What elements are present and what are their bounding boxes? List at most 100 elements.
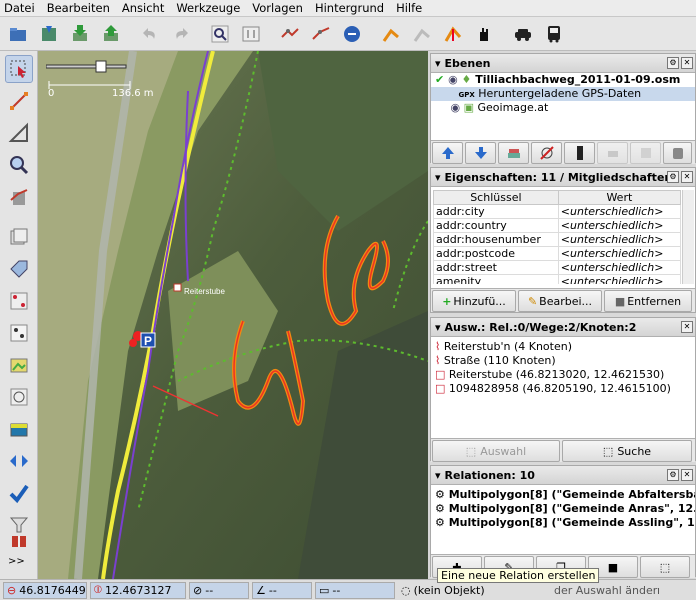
activate-icon[interactable] <box>597 142 628 164</box>
list-item[interactable]: □ Reiterstube (46.8213020, 12.4621530) <box>431 368 695 382</box>
save-icon[interactable] <box>35 20 63 48</box>
relations-header-icon: ▾ <box>435 468 441 482</box>
toggle-visibility-icon[interactable] <box>531 142 562 164</box>
relations-close-icon[interactable]: ✕ <box>681 469 693 481</box>
move-down-icon[interactable] <box>465 142 496 164</box>
preferences-icon[interactable] <box>237 20 265 48</box>
image-add-icon[interactable] <box>5 351 33 379</box>
col-key[interactable]: Schlüssel <box>433 190 559 205</box>
table-row[interactable]: addr:postcode <unterschiedlich> <box>433 246 682 261</box>
edit-tag-button[interactable]: ✎ Bearbei... <box>518 290 602 312</box>
search-button[interactable]: ⬚ Suche <box>562 440 692 462</box>
map-view[interactable]: P Reiterstube 0 136.6 m <box>38 51 428 579</box>
map-paint-icon[interactable] <box>5 415 33 443</box>
selection-close-icon[interactable]: ✕ <box>681 321 693 333</box>
angle-field: ∠ -- <box>252 581 312 599</box>
list-item[interactable]: ⚙ Multipolygon[8] ("Gemeinde Anras", 12.… <box>431 502 695 516</box>
latitude-icon: ⊖ <box>7 583 17 597</box>
wireframe-icon[interactable] <box>5 319 33 347</box>
menu-vorlagen[interactable]: Vorlagen <box>252 1 303 15</box>
list-item[interactable]: ⚙ Multipolygon[8] ("Gemeinde Assling", 1… <box>431 516 695 530</box>
layer-item[interactable]: ◉ ▣ Geoimage.at <box>431 101 695 115</box>
list-item[interactable]: ⌇ Straße (110 Knoten) <box>431 354 695 368</box>
tooltip: Eine neue Relation erstellen <box>437 568 600 583</box>
add-tag-button[interactable]: + Hinzufü... <box>432 290 516 312</box>
layers-header: ▾ Ebenen ⚙ ✕ <box>431 54 695 73</box>
menu-bearbeiten[interactable]: Bearbeiten <box>47 1 110 15</box>
more-tools-icon[interactable]: >> <box>8 556 25 567</box>
zoom-selection-icon[interactable] <box>206 20 234 48</box>
relations-header: ▾ Relationen: 10 ⚙ ✕ <box>431 466 695 485</box>
draw-nodes-icon[interactable] <box>5 87 33 115</box>
layers-close-icon[interactable]: ✕ <box>681 57 693 69</box>
length-field: ▭ -- <box>315 581 395 599</box>
combine-way-icon[interactable] <box>307 20 335 48</box>
redo-icon[interactable] <box>167 20 195 48</box>
list-item[interactable]: □ 1094828958 (46.8205190, 12.4615100) <box>431 382 695 396</box>
table-row[interactable]: addr:street <unterschiedlich> <box>433 260 682 275</box>
layer-item[interactable]: GPX Heruntergeladene GPS-Daten <box>431 87 695 101</box>
bus-icon[interactable] <box>540 20 568 48</box>
poi-label: Reiterstube <box>184 287 225 296</box>
validate-icon[interactable] <box>5 479 33 507</box>
remove-tag-button[interactable]: ■ Entfernen <box>604 290 692 312</box>
layers-settings-icon[interactable]: ⚙ <box>667 57 679 69</box>
visible-eye-icon[interactable]: ◉ <box>451 101 461 114</box>
copy-icon[interactable] <box>5 223 33 251</box>
visible-eye-icon[interactable]: ◉ <box>448 73 458 86</box>
properties-settings-icon[interactable]: ⚙ <box>667 171 679 183</box>
layer-item[interactable]: ✔ ◉ ♦ Tilliachbachweg_2011-01-09.osm <box>431 73 695 87</box>
relations-settings-icon[interactable]: ⚙ <box>667 469 679 481</box>
scale-left-label: 0 <box>48 88 55 99</box>
align-line-icon[interactable] <box>408 20 436 48</box>
ruler-icon: ▭ <box>319 583 330 597</box>
delete-mode-icon[interactable] <box>5 183 33 211</box>
select-icon: ⬚ <box>465 444 477 458</box>
menu-ansicht[interactable]: Ansicht <box>122 1 164 15</box>
measure-icon[interactable] <box>5 119 33 147</box>
properties-close-icon[interactable]: ✕ <box>681 171 693 183</box>
undo-icon[interactable] <box>136 20 164 48</box>
scale-right-label: 136.6 m <box>112 88 154 99</box>
menu-werkzeuge[interactable]: Werkzeuge <box>176 1 240 15</box>
hand-move-icon[interactable] <box>470 20 498 48</box>
zoom-icon[interactable] <box>5 151 33 179</box>
main-toolbar <box>0 17 696 51</box>
orthogonalize-icon[interactable] <box>439 20 467 48</box>
way-icon: ⌇ <box>435 354 444 367</box>
menu-hintergrund[interactable]: Hintergrund <box>315 1 384 15</box>
move-up-icon[interactable] <box>432 142 463 164</box>
table-row[interactable]: addr:housenumber <unterschiedlich> <box>433 232 682 247</box>
open-file-icon[interactable] <box>4 20 32 48</box>
list-item[interactable]: ⌇ Reiterstub'n (4 Knoten) <box>431 340 695 354</box>
table-row[interactable]: addr:country <unterschiedlich> <box>433 218 682 233</box>
table-row[interactable]: amenity <unterschiedlich> <box>433 274 682 284</box>
menu-datei[interactable]: Datei <box>4 1 35 15</box>
delete-layer-icon[interactable] <box>663 142 692 164</box>
table-row[interactable]: addr:city <unterschiedlich> <box>433 204 682 219</box>
properties-scrollbar[interactable] <box>682 190 694 284</box>
relation-icon[interactable] <box>5 287 33 315</box>
merge-layer-icon[interactable] <box>498 142 529 164</box>
history-icon[interactable] <box>5 383 33 411</box>
merge-nodes-icon[interactable] <box>5 447 33 475</box>
download-icon[interactable] <box>66 20 94 48</box>
opacity-icon[interactable] <box>564 142 595 164</box>
upload-icon[interactable] <box>97 20 125 48</box>
select-relation-icon[interactable]: ⬚ <box>640 556 690 578</box>
car-icon[interactable] <box>509 20 537 48</box>
layers-panel: ▾ Ebenen ⚙ ✕ ✔ ◉ ♦ Tilliachbachweg_2011-0… <box>430 53 696 164</box>
show-icon[interactable] <box>630 142 661 164</box>
heading-field: ⊘ -- <box>189 581 249 599</box>
align-circle-icon[interactable] <box>377 20 405 48</box>
tag-icon[interactable] <box>5 255 33 283</box>
split-way-icon[interactable] <box>276 20 304 48</box>
col-value[interactable]: Wert <box>557 190 682 205</box>
list-item[interactable]: ⚙ Multipolygon[8] ("Gemeinde Abfaltersba… <box>431 488 695 502</box>
menu-hilfe[interactable]: Hilfe <box>396 1 422 15</box>
gift-icon[interactable] <box>5 525 33 553</box>
select-mode-icon[interactable] <box>5 55 33 83</box>
select-button[interactable]: ⬚ Auswahl <box>432 440 560 462</box>
reverse-way-icon[interactable] <box>338 20 366 48</box>
search-selection-icon: ⬚ <box>602 444 614 458</box>
